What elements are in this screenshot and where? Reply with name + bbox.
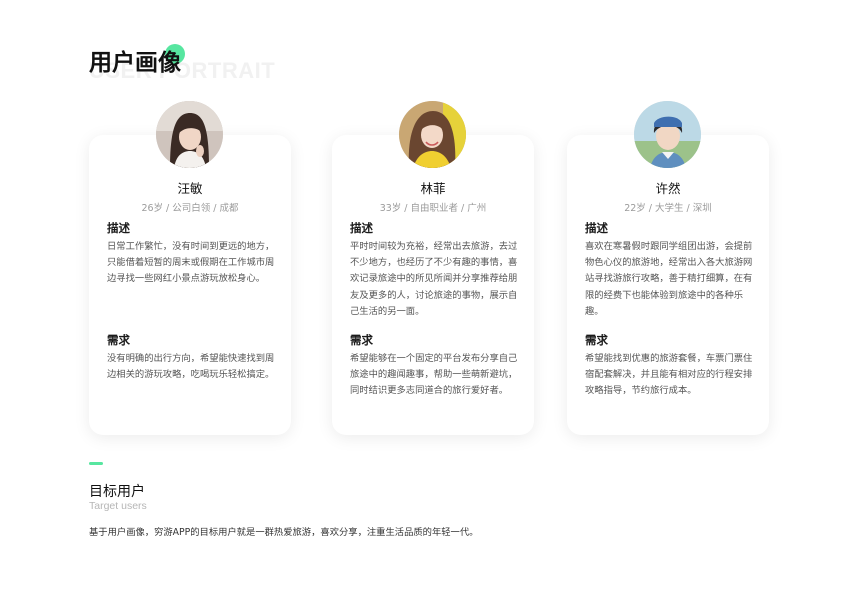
persona-meta: 33岁 / 自由职业者 / 广州 xyxy=(379,203,487,214)
needs-heading: 需求 xyxy=(350,333,373,347)
persona-name: 林菲 xyxy=(420,181,446,196)
target-users-heading: 目标用户 xyxy=(89,484,145,500)
description-text: 日常工作繁忙，没有时间到更远的地方，只能借着短暂的周末或假期在工作城市周边寻找一… xyxy=(107,241,275,285)
description-text: 平时时间较为充裕，经常出去旅游，去过不少地方，也经历了不少有趣的事情，喜欢记录旅… xyxy=(350,241,518,317)
persona-meta: 22岁 / 大学生 / 深圳 xyxy=(624,203,712,214)
needs-text: 没有明确的出行方向，希望能快速找到周边相关的游玩攻略，吃喝玩乐轻松搞定。 xyxy=(107,353,275,381)
avatar xyxy=(399,101,466,168)
description-heading: 描述 xyxy=(350,221,373,235)
persona-name: 许然 xyxy=(655,181,681,196)
persona-name: 汪敏 xyxy=(177,181,203,196)
section-title: USER PORTRAIT 用户画像 xyxy=(89,42,349,86)
persona-card: 汪敏 26岁 / 公司白领 / 成都 描述 日常工作繁忙，没有时间到更远的地方，… xyxy=(89,101,291,435)
needs-heading: 需求 xyxy=(585,333,608,347)
needs-text: 希望能够在一个固定的平台发布分享自己旅途中的趣闻趣事，帮助一些萌新避坑，同时结识… xyxy=(350,353,518,397)
accent-bar xyxy=(89,462,103,465)
needs-text: 希望能找到优惠的旅游套餐，车票门票住宿配套解决，并且能有相对应的行程安排攻略指导… xyxy=(585,353,753,397)
description-text: 喜欢在寒暑假时跟同学组团出游，会提前物色心仪的旅游地，经常出入各大旅游网站寻找游… xyxy=(585,241,753,317)
needs-heading: 需求 xyxy=(107,333,130,347)
page-title: 用户画像 xyxy=(89,50,181,76)
description-heading: 描述 xyxy=(585,221,608,235)
persona-card: 林菲 33岁 / 自由职业者 / 广州 描述 平时时间较为充裕，经常出去旅游，去… xyxy=(332,101,534,435)
persona-card: 许然 22岁 / 大学生 / 深圳 描述 喜欢在寒暑假时跟同学组团出游，会提前物… xyxy=(567,101,769,435)
persona-meta: 26岁 / 公司白领 / 成都 xyxy=(141,203,239,214)
description-heading: 描述 xyxy=(107,221,130,235)
avatar xyxy=(634,101,701,168)
target-users-description: 基于用户画像，穷游APP的目标用户就是一群热爱旅游，喜欢分享，注重生活品质的年轻… xyxy=(89,527,479,538)
avatar xyxy=(156,101,223,168)
target-users-subheading: Target users xyxy=(89,500,147,512)
